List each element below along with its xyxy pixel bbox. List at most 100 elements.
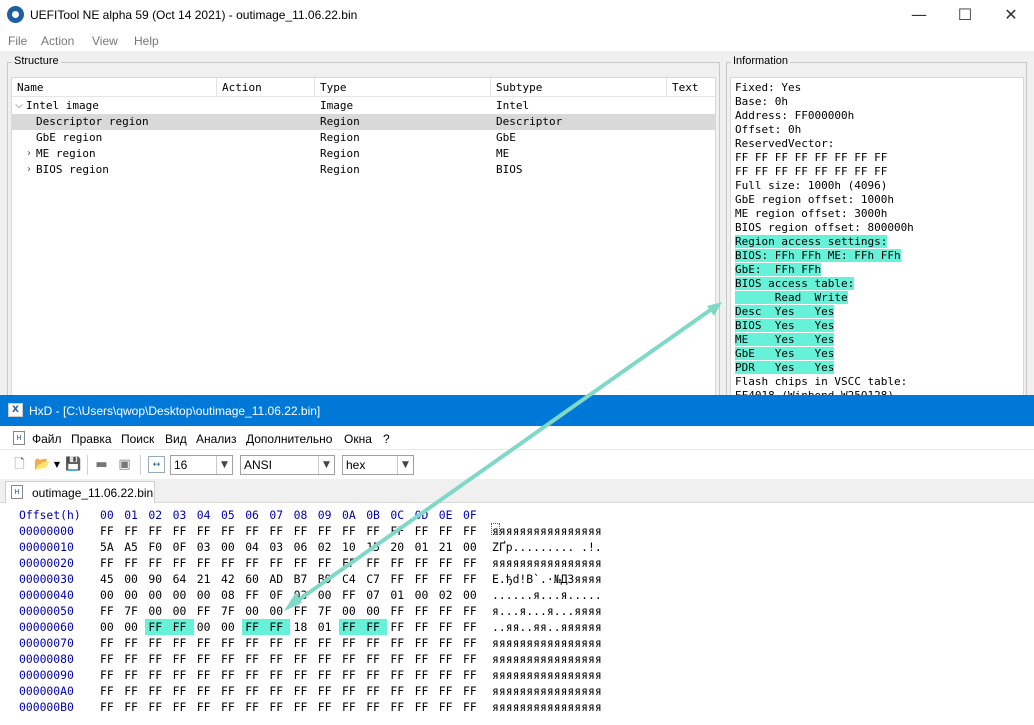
hex-byte[interactable]: FF <box>318 699 338 715</box>
hex-byte[interactable]: 15 <box>366 539 386 555</box>
hex-byte[interactable]: FF <box>221 635 241 651</box>
hex-byte[interactable]: FF <box>342 523 362 539</box>
hex-byte[interactable]: FF <box>245 635 265 651</box>
hex-byte[interactable]: 0F <box>269 587 289 603</box>
hex-byte[interactable]: C7 <box>366 571 386 587</box>
hex-byte[interactable]: 00 <box>197 587 217 603</box>
hex-byte[interactable]: FF <box>173 667 193 683</box>
hex-byte[interactable]: FF <box>318 555 338 571</box>
hex-byte[interactable]: FF <box>148 667 168 683</box>
hex-byte[interactable]: FF <box>124 667 144 683</box>
hex-byte[interactable]: A5 <box>124 539 144 555</box>
hex-byte[interactable]: B9 <box>318 571 338 587</box>
hex-byte[interactable]: FF <box>390 603 410 619</box>
column-name[interactable]: Name <box>12 78 217 97</box>
hex-byte[interactable]: FF <box>318 651 338 667</box>
hex-byte[interactable]: FF <box>124 555 144 571</box>
hex-row[interactable]: 00000050 FF 7F 00 00 FF 7F 00 00 FF 7F 00 00 FF FF FF FF… <box>0 603 1034 619</box>
hex-row[interactable]: 00000030 45 00 90 64 21 42 60 AD B7 B9 C4 C7 FF FF FF FF… <box>0 571 1034 587</box>
tree-row[interactable]: ⌵ Intel image Image Intel <box>12 98 715 114</box>
hex-byte[interactable]: 03 <box>269 539 289 555</box>
hex-byte[interactable]: FF <box>390 555 410 571</box>
hex-byte[interactable]: FF <box>245 523 265 539</box>
hex-byte[interactable]: FF <box>221 555 241 571</box>
hex-row[interactable]: 00000060 00 00 FF FF 00 00 FF FF 18 01 FF FF FF FF FF FF… <box>0 619 1034 635</box>
hex-byte[interactable]: FF <box>294 635 314 651</box>
hex-byte[interactable]: 03 <box>294 587 314 603</box>
hex-byte[interactable]: FF <box>463 667 483 683</box>
tree-row[interactable]: › BIOS region Region BIOS <box>12 162 715 178</box>
hex-byte[interactable]: 21 <box>197 571 217 587</box>
tree-row[interactable]: Descriptor region Region Descriptor <box>12 114 715 130</box>
hex-byte[interactable]: 00 <box>100 587 120 603</box>
structure-tree[interactable]: Name Action Type Subtype Text ⌵ Intel ima… <box>11 77 716 407</box>
hex-byte[interactable]: FF <box>342 699 362 715</box>
hex-byte[interactable]: FF <box>463 523 483 539</box>
column-type[interactable]: Type <box>315 78 491 97</box>
ascii-column[interactable]: яяяяяяяяяяяяяяяя <box>492 683 602 699</box>
column-text[interactable]: Text <box>667 78 715 97</box>
hex-byte[interactable]: FF <box>439 667 459 683</box>
hex-byte[interactable]: FF <box>415 651 435 667</box>
hex-byte[interactable]: 02 <box>318 539 338 555</box>
hex-byte[interactable]: 10 <box>342 539 362 555</box>
hex-byte[interactable]: FF <box>245 587 265 603</box>
hex-byte[interactable]: FF <box>148 683 168 699</box>
hex-byte[interactable]: FF <box>294 683 314 699</box>
hex-byte[interactable]: 00 <box>221 539 241 555</box>
uefitool-titlebar[interactable]: UEFITool NE alpha 59 (Oct 14 2021) - out… <box>0 0 1034 30</box>
hex-byte[interactable]: FF <box>366 555 386 571</box>
hex-byte[interactable]: FF <box>173 555 193 571</box>
hex-byte[interactable]: FF <box>439 603 459 619</box>
hex-row[interactable]: 00000040 00 00 00 00 00 08 FF 0F 03 00 FF 07 01 00 02 00… <box>0 587 1034 603</box>
ascii-column[interactable]: яяяяяяяяяяяяяяяя <box>492 667 602 683</box>
hex-byte[interactable]: 7F <box>221 603 241 619</box>
hex-byte[interactable]: FF <box>366 683 386 699</box>
ascii-column[interactable]: ..яя..яя..яяяяяя <box>492 619 602 635</box>
hex-byte[interactable]: FF <box>124 635 144 651</box>
hex-byte[interactable]: FF <box>463 699 483 715</box>
hex-row[interactable]: 00000080 FF FF FF FF FF FF FF FF FF FF FF FF FF FF FF FF… <box>0 651 1034 667</box>
hex-byte[interactable]: FF <box>100 651 120 667</box>
tree-row[interactable]: GbE region Region GbE <box>12 130 715 146</box>
hex-byte[interactable]: FF <box>439 571 459 587</box>
hex-byte[interactable]: FF <box>366 667 386 683</box>
hex-byte[interactable]: FF <box>415 603 435 619</box>
hex-byte[interactable]: FF <box>366 523 386 539</box>
hex-row[interactable]: 000000A0 FF FF FF FF FF FF FF FF FF FF FF FF FF FF FF FF… <box>0 683 1034 699</box>
hex-byte[interactable]: FF <box>342 555 362 571</box>
hex-byte[interactable]: FF <box>390 651 410 667</box>
hex-byte[interactable]: FF <box>221 683 241 699</box>
hex-byte[interactable]: FF <box>173 523 193 539</box>
hex-byte[interactable]: FF <box>342 667 362 683</box>
tree-row[interactable]: › ME region Region ME <box>12 146 715 162</box>
column-subtype[interactable]: Subtype <box>491 78 667 97</box>
hex-byte[interactable]: FF <box>415 683 435 699</box>
hex-byte[interactable]: FF <box>415 699 435 715</box>
menu-help[interactable]: Help <box>134 34 159 48</box>
hex-byte[interactable]: FF <box>318 683 338 699</box>
hex-byte[interactable]: FF <box>145 619 173 635</box>
hex-byte[interactable]: FF <box>363 619 388 635</box>
hex-byte[interactable]: FF <box>269 635 289 651</box>
open-ram-icon[interactable]: ▣ <box>116 456 133 473</box>
hex-byte[interactable]: 00 <box>415 587 435 603</box>
expand-chevron-icon[interactable]: ⌵ <box>14 98 24 114</box>
hex-byte[interactable]: FF <box>173 635 193 651</box>
hex-byte[interactable]: FF <box>173 683 193 699</box>
hex-byte[interactable]: 07 <box>366 587 386 603</box>
hex-byte[interactable]: FF <box>148 699 168 715</box>
hex-byte[interactable]: FF <box>463 571 483 587</box>
hex-byte[interactable]: FF <box>245 555 265 571</box>
hex-byte[interactable]: 90 <box>148 571 168 587</box>
hex-byte[interactable]: FF <box>221 699 241 715</box>
hex-byte[interactable]: FF <box>390 571 410 587</box>
hex-byte[interactable]: FF <box>439 651 459 667</box>
expand-chevron-icon[interactable]: › <box>24 162 34 178</box>
hex-byte[interactable]: 08 <box>221 587 241 603</box>
hex-byte[interactable]: 00 <box>463 539 483 555</box>
hex-byte[interactable]: F0 <box>148 539 168 555</box>
hex-byte[interactable]: FF <box>269 651 289 667</box>
hex-byte[interactable]: FF <box>148 635 168 651</box>
hex-byte[interactable]: FF <box>173 699 193 715</box>
